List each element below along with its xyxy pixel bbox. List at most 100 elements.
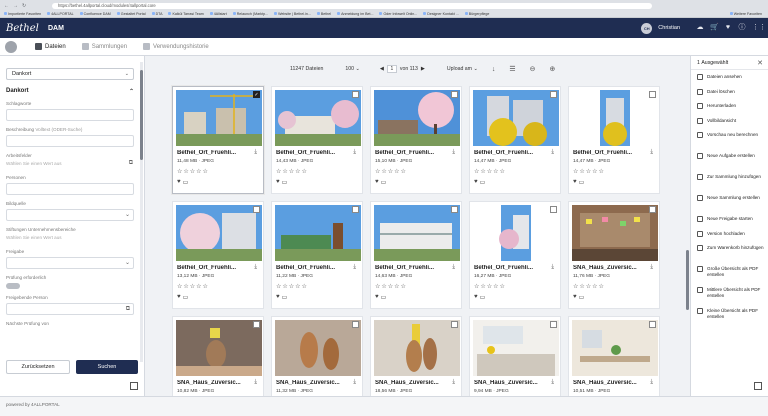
sort-direction-icon[interactable]: ↓ (492, 66, 496, 73)
home-button[interactable] (5, 40, 17, 53)
thumbnail[interactable] (572, 320, 658, 376)
select-checkbox[interactable] (550, 91, 557, 98)
collection-icon[interactable]: ▭ (579, 179, 585, 186)
file-card[interactable]: Bethel_Ort_Fruehli... ⤓ 14,63 MB · JPEG ☆☆☆… (370, 201, 462, 309)
cloud-upload-icon[interactable]: ☁ (696, 24, 704, 32)
download-icon[interactable]: ⤓ (452, 264, 455, 271)
file-card[interactable]: Bethel_Ort_Fruehli... ⤓ 13,12 MB · JPEG ☆☆☆… (172, 201, 264, 309)
reload-icon[interactable]: ↻ (22, 3, 26, 9)
download-icon[interactable]: ⤓ (452, 379, 455, 386)
thumbnail[interactable] (275, 90, 361, 146)
freigabe-select[interactable]: ⌄ (6, 257, 134, 269)
thumbnail[interactable] (176, 320, 262, 376)
file-name[interactable]: Bethel_Ort_Fruehli... (573, 150, 645, 156)
collection-icon[interactable]: ▭ (579, 294, 585, 301)
rating-stars[interactable]: ☆☆☆☆☆ (474, 283, 506, 290)
collection-icon[interactable]: ▭ (282, 179, 288, 186)
file-name[interactable]: Bethel_Ort_Fruehli... (375, 265, 447, 271)
download-icon[interactable]: ⤓ (353, 149, 356, 156)
rating-stars[interactable]: ☆☆☆☆☆ (573, 168, 605, 175)
cart-icon[interactable]: 🛒 (710, 24, 719, 32)
file-name[interactable]: SNA_Haus_Zuversic... (375, 380, 447, 386)
thumbnail[interactable] (572, 205, 658, 261)
bookmark-item[interactable]: Gestaltet Portal (117, 12, 146, 16)
tab-sammlungen[interactable]: Sammlungen (74, 38, 135, 56)
select-checkbox[interactable] (253, 206, 260, 213)
file-name[interactable]: Bethel_Ort_Fruehli... (177, 150, 249, 156)
thumbnail[interactable] (275, 320, 361, 376)
bookmark-item[interactable]: Kalkül Tarrasi Team (168, 12, 203, 16)
action-share[interactable]: Neue Freigabe starten (691, 212, 768, 227)
rating-stars[interactable]: ☆☆☆☆☆ (375, 283, 407, 290)
logo[interactable]: Bethel (0, 23, 44, 34)
select-checkbox[interactable] (550, 206, 557, 213)
download-icon[interactable]: ⤓ (353, 264, 356, 271)
bookmark-item[interactable]: Weitere Favoriten (730, 12, 768, 16)
grid-scrollbar[interactable] (686, 250, 689, 310)
collection-icon[interactable]: ▭ (480, 294, 486, 301)
forward-icon[interactable]: → (13, 3, 18, 9)
reset-button[interactable]: Zurücksetzen (6, 360, 70, 374)
file-name[interactable]: Bethel_Ort_Fruehli... (276, 150, 348, 156)
collection-icon[interactable]: ▭ (381, 179, 387, 186)
file-card[interactable]: Bethel_Ort_Fruehli... ⤓ 16,27 MB · JPEG ☆☆☆… (469, 201, 561, 309)
bookmark-item[interactable]: Anmeldung im Bet... (337, 12, 373, 16)
file-name[interactable]: Bethel_Ort_Fruehli... (177, 265, 249, 271)
tab-dateien[interactable]: Dateien (27, 38, 74, 56)
rating-stars[interactable]: ☆☆☆☆☆ (474, 168, 506, 175)
collapse-panel-icon[interactable] (754, 382, 762, 390)
bookmark-item[interactable]: 4ALLPORTAL (47, 12, 73, 16)
action-trash[interactable]: Datei löschen (691, 85, 768, 100)
file-card[interactable]: Bethel_Ort_Fruehli... ⤓ 14,47 MB · JPEG ☆☆☆… (568, 86, 660, 194)
favorite-icon[interactable]: ♥ (276, 179, 280, 186)
rating-stars[interactable]: ☆☆☆☆☆ (573, 283, 605, 290)
rating-stars[interactable]: ☆☆☆☆☆ (276, 168, 308, 175)
select-checkbox[interactable] (352, 206, 359, 213)
download-icon[interactable]: ⤓ (551, 149, 554, 156)
download-icon[interactable]: ⤓ (650, 264, 653, 271)
select-checkbox[interactable] (550, 321, 557, 328)
bookmark-item[interactable]: Oder Infowelt Onlin... (379, 12, 417, 16)
bookmark-item[interactable]: Designer Kontakt ... (423, 12, 459, 16)
file-card[interactable]: Bethel_Ort_Fruehli... ⤓ 15,10 MB · JPEG ☆☆☆… (370, 86, 462, 194)
favorite-icon[interactable]: ♥ (375, 179, 379, 186)
select-checkbox[interactable]: ✓ (253, 91, 260, 98)
collapse-panel-icon[interactable] (130, 382, 138, 390)
close-icon[interactable]: ✕ (757, 59, 763, 67)
file-card[interactable]: SNA_Haus_Zuversic...⤓10,82 MB · JPEG☆☆☆☆… (172, 316, 264, 396)
filter-preset-select[interactable]: Dankort ⌄ (6, 68, 134, 80)
favorite-icon[interactable]: ♥ (177, 294, 181, 301)
thumbnail[interactable] (374, 90, 460, 146)
action-pdf-medium[interactable]: Mittlere Übersicht als PDF erstellen (691, 283, 768, 304)
download-icon[interactable]: ⤓ (254, 149, 257, 156)
bookmark-item[interactable]: Confluence DAM (80, 12, 111, 16)
select-checkbox[interactable] (451, 206, 458, 213)
zoom-in-icon[interactable]: ⊕ (549, 65, 555, 73)
filter-scrollbar[interactable] (140, 62, 143, 362)
avatar[interactable]: CH (641, 22, 653, 34)
file-card[interactable]: Bethel_Ort_Fruehli... ⤓ 14,43 MB · JPEG ☆☆☆… (271, 86, 363, 194)
thumbnail[interactable] (176, 205, 262, 261)
user-name[interactable]: Christian (658, 25, 680, 31)
arbeitsfelder-picker[interactable]: Wählen Sie einen Wert aus ⧉ (6, 160, 134, 169)
pruefung-toggle[interactable] (6, 283, 20, 289)
file-name[interactable]: SNA_Haus_Zuversic... (474, 380, 546, 386)
back-icon[interactable]: ← (4, 3, 9, 9)
thumbnail[interactable] (473, 205, 559, 261)
favorite-icon[interactable]: ♥ (573, 179, 577, 186)
open-external-icon[interactable]: ⧉ (129, 160, 133, 167)
download-icon[interactable]: ⤓ (254, 379, 257, 386)
zoom-out-icon[interactable]: ⊖ (530, 65, 536, 73)
search-button[interactable]: Suchen (76, 360, 138, 374)
sort-select[interactable]: Upload am ⌄ (447, 66, 478, 72)
page-input[interactable]: 1 (386, 65, 397, 73)
rating-stars[interactable]: ☆☆☆☆☆ (177, 283, 209, 290)
file-card[interactable]: SNA_Haus_Zuversic...⤓9,94 MB · JPEG☆☆☆☆☆… (469, 316, 561, 396)
beschreibung-input[interactable] (6, 135, 134, 147)
thumbnail[interactable] (374, 205, 460, 261)
thumbnail[interactable] (473, 320, 559, 376)
filter-section-header[interactable]: Dankort ⌃ (6, 88, 134, 95)
download-icon[interactable]: ⤓ (551, 264, 554, 271)
collection-icon[interactable]: ▭ (480, 179, 486, 186)
bookmark-item[interactable]: Importierte Favoriten (4, 12, 41, 16)
